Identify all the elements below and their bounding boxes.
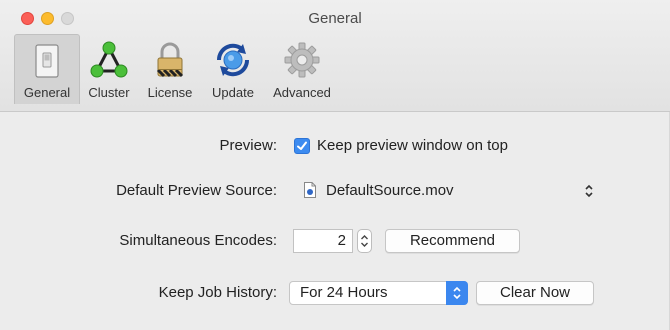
tab-general[interactable]: General <box>14 34 80 104</box>
stepper-arrows-icon <box>361 235 368 247</box>
cluster-icon <box>90 41 128 78</box>
keep-job-history-label: Keep Job History: <box>158 284 277 301</box>
gear-icon <box>284 42 320 78</box>
chevron-updown-icon[interactable] <box>583 182 595 200</box>
movie-file-icon <box>304 182 316 198</box>
chevron-updown-icon <box>453 286 461 300</box>
tab-license[interactable]: License <box>138 34 202 104</box>
tab-license-label: License <box>147 85 193 100</box>
recommend-button[interactable]: Recommend <box>385 229 520 253</box>
checkmark-icon <box>297 141 307 150</box>
simultaneous-encodes-field[interactable]: 2 <box>293 229 353 253</box>
switch-icon <box>35 44 59 78</box>
padlock-icon <box>156 42 184 78</box>
simultaneous-encodes-label: Simultaneous Encodes: <box>119 232 277 249</box>
tab-cluster-label: Cluster <box>88 85 130 100</box>
tab-update[interactable]: Update <box>202 34 264 104</box>
preview-label: Preview: <box>219 137 277 154</box>
tab-advanced-label: Advanced <box>273 85 331 100</box>
keep-preview-on-top-checkbox[interactable] <box>294 138 310 154</box>
preferences-window: General General Cluster License Update A… <box>0 0 670 330</box>
keep-preview-on-top-label[interactable]: Keep preview window on top <box>317 137 508 154</box>
clear-now-button[interactable]: Clear Now <box>476 281 594 305</box>
tab-update-label: Update <box>212 85 254 100</box>
update-globe-icon <box>216 43 250 77</box>
tab-advanced[interactable]: Advanced <box>264 34 340 104</box>
default-preview-source-label: Default Preview Source: <box>116 182 277 199</box>
tab-general-label: General <box>23 85 71 100</box>
window-title: General <box>308 10 362 27</box>
job-history-popup[interactable]: For 24 Hours <box>289 281 468 305</box>
title-toolbar: General General Cluster License Update A… <box>0 0 670 112</box>
tab-cluster[interactable]: Cluster <box>82 34 136 104</box>
job-history-selected: For 24 Hours <box>300 284 388 301</box>
simultaneous-encodes-stepper[interactable] <box>357 229 372 253</box>
popup-cap <box>446 281 468 305</box>
default-source-popup[interactable]: DefaultSource.mov <box>326 182 454 199</box>
